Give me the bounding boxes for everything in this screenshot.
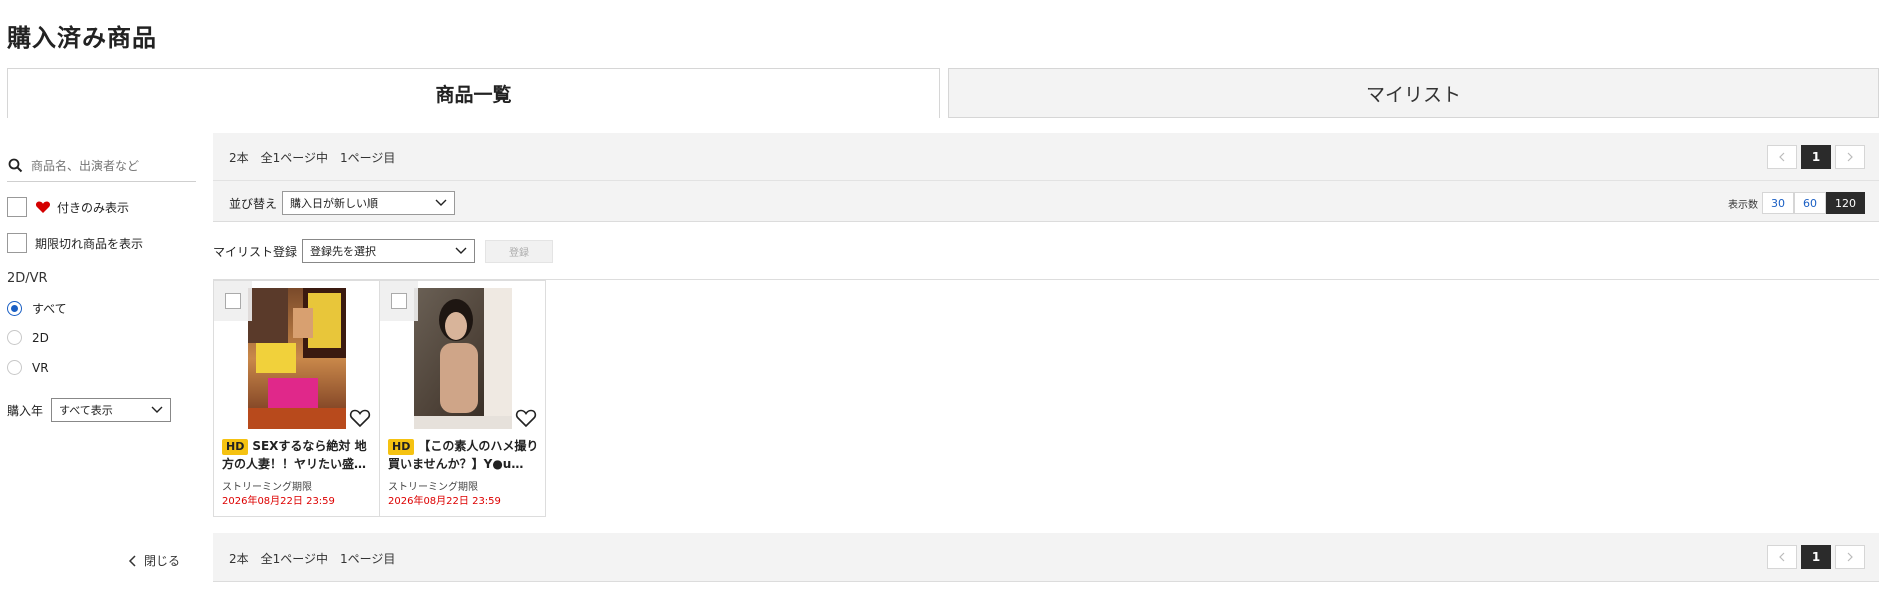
hd-badge: HD [222, 439, 249, 455]
sort-label: 並び替え [229, 196, 278, 211]
expiry-date: 2026年08月22日 23:59 [388, 496, 501, 507]
results-bar-top: 2本 全1ページ中 1ページ目 1 [213, 133, 1879, 180]
sort-bar: 並び替え 購入日が新しい順 表示数 30 60 120 [213, 180, 1879, 222]
chevron-right-icon [1847, 152, 1853, 162]
sort-control: 並び替え 購入日が新しい順 [229, 191, 456, 215]
pagination: 1 [1767, 545, 1865, 569]
show-expired-checkbox[interactable] [7, 233, 27, 253]
chevron-right-icon [1847, 552, 1853, 562]
radio-button[interactable] [7, 360, 22, 375]
expiry-date: 2026年08月22日 23:59 [222, 496, 335, 507]
favorite-only-checkbox[interactable] [7, 197, 27, 217]
per-page-label: 表示数 [1728, 199, 1758, 211]
page-title: 購入済み商品 [7, 24, 157, 52]
heart-outline-icon[interactable] [515, 407, 537, 429]
select-checkbox[interactable] [214, 281, 252, 321]
heart-icon [35, 201, 51, 213]
sort-select[interactable]: 購入日が新しい順 [282, 191, 456, 215]
next-page-button[interactable] [1835, 145, 1865, 169]
search-box [7, 150, 196, 182]
product-title[interactable]: HD 【この素人のハメ撮り買いませんか？】Y●u… [388, 437, 543, 473]
show-expired-label: 期限切れ商品を表示 [35, 236, 144, 251]
product-card[interactable]: HD 【この素人のハメ撮り買いませんか？】Y●u… ストリーミング期限 2026年… [379, 280, 546, 517]
product-title[interactable]: HD SEXするなら絶対 地方の人妻！！ヤリたい盛… [222, 437, 377, 473]
search-input[interactable] [31, 158, 191, 173]
cover-image [414, 288, 512, 429]
radio-button[interactable] [7, 330, 22, 345]
search-icon [8, 158, 23, 172]
pagination: 1 [1767, 145, 1865, 169]
mylist-register: マイリスト登録 登録先を選択 登録 [213, 239, 554, 263]
next-page-button[interactable] [1835, 545, 1865, 569]
radio-label: すべて [32, 302, 67, 316]
favorite-only-label: 付きのみ表示 [57, 200, 130, 215]
sort-value: 購入日が新しい順 [290, 197, 379, 210]
per-page-60[interactable]: 60 [1794, 192, 1826, 214]
tab-products[interactable]: 商品一覧 [7, 68, 940, 118]
dimension-label: 2D/VR [7, 271, 48, 286]
tab-bar: 商品一覧 マイリスト [7, 68, 1879, 118]
chevron-down-icon [151, 406, 163, 413]
expired-filter: 期限切れ商品を表示 [7, 233, 143, 253]
hd-badge: HD [388, 439, 415, 455]
favorite-filter: 付きのみ表示 [7, 197, 129, 217]
heart-outline-icon[interactable] [349, 407, 371, 429]
page-number-button[interactable]: 1 [1801, 545, 1831, 569]
purchase-year-label: 購入年 [7, 403, 44, 418]
chevron-down-icon [455, 247, 467, 254]
tab-mylist[interactable]: マイリスト [948, 68, 1879, 118]
chevron-left-icon [128, 554, 136, 567]
radio-2d[interactable]: 2D [7, 330, 49, 345]
radio-button[interactable] [7, 301, 22, 316]
prev-page-button[interactable] [1767, 145, 1797, 169]
page-number-button[interactable]: 1 [1801, 145, 1831, 169]
per-page-120[interactable]: 120 [1826, 192, 1865, 214]
results-bar-bottom: 2本 全1ページ中 1ページ目 1 [213, 533, 1879, 582]
close-sidebar-button[interactable]: 閉じる [128, 552, 180, 569]
mylist-select-value: 登録先を選択 [310, 245, 377, 258]
cover-image [248, 288, 346, 429]
chevron-left-icon [1779, 152, 1785, 162]
per-page-control: 表示数 30 60 120 [1728, 192, 1865, 214]
radio-vr[interactable]: VR [7, 360, 49, 375]
purchase-year-filter: 購入年 すべて表示 [7, 398, 172, 422]
results-summary: 2本 全1ページ中 1ページ目 [229, 552, 396, 566]
product-thumbnail[interactable] [414, 288, 512, 429]
mylist-label: マイリスト登録 [213, 244, 298, 259]
radio-label: 2D [32, 330, 49, 345]
product-thumbnail[interactable] [248, 288, 346, 429]
radio-all[interactable]: すべて [7, 300, 67, 317]
expiry-label: ストリーミング期限 [388, 482, 478, 493]
register-button[interactable]: 登録 [485, 239, 554, 263]
per-page-30[interactable]: 30 [1762, 192, 1794, 214]
product-card[interactable]: HD SEXするなら絶対 地方の人妻！！ヤリたい盛… ストリーミング期限 2026… [213, 280, 380, 517]
expiry-label: ストリーミング期限 [222, 482, 312, 493]
purchase-year-select[interactable]: すべて表示 [51, 398, 172, 422]
purchase-year-value: すべて表示 [59, 404, 113, 417]
select-checkbox[interactable] [380, 281, 418, 321]
chevron-down-icon [435, 199, 447, 206]
chevron-left-icon [1779, 552, 1785, 562]
prev-page-button[interactable] [1767, 545, 1797, 569]
results-summary: 2本 全1ページ中 1ページ目 [229, 151, 396, 165]
mylist-select[interactable]: 登録先を選択 [302, 239, 476, 263]
close-label: 閉じる [144, 554, 181, 568]
radio-label: VR [32, 360, 49, 375]
